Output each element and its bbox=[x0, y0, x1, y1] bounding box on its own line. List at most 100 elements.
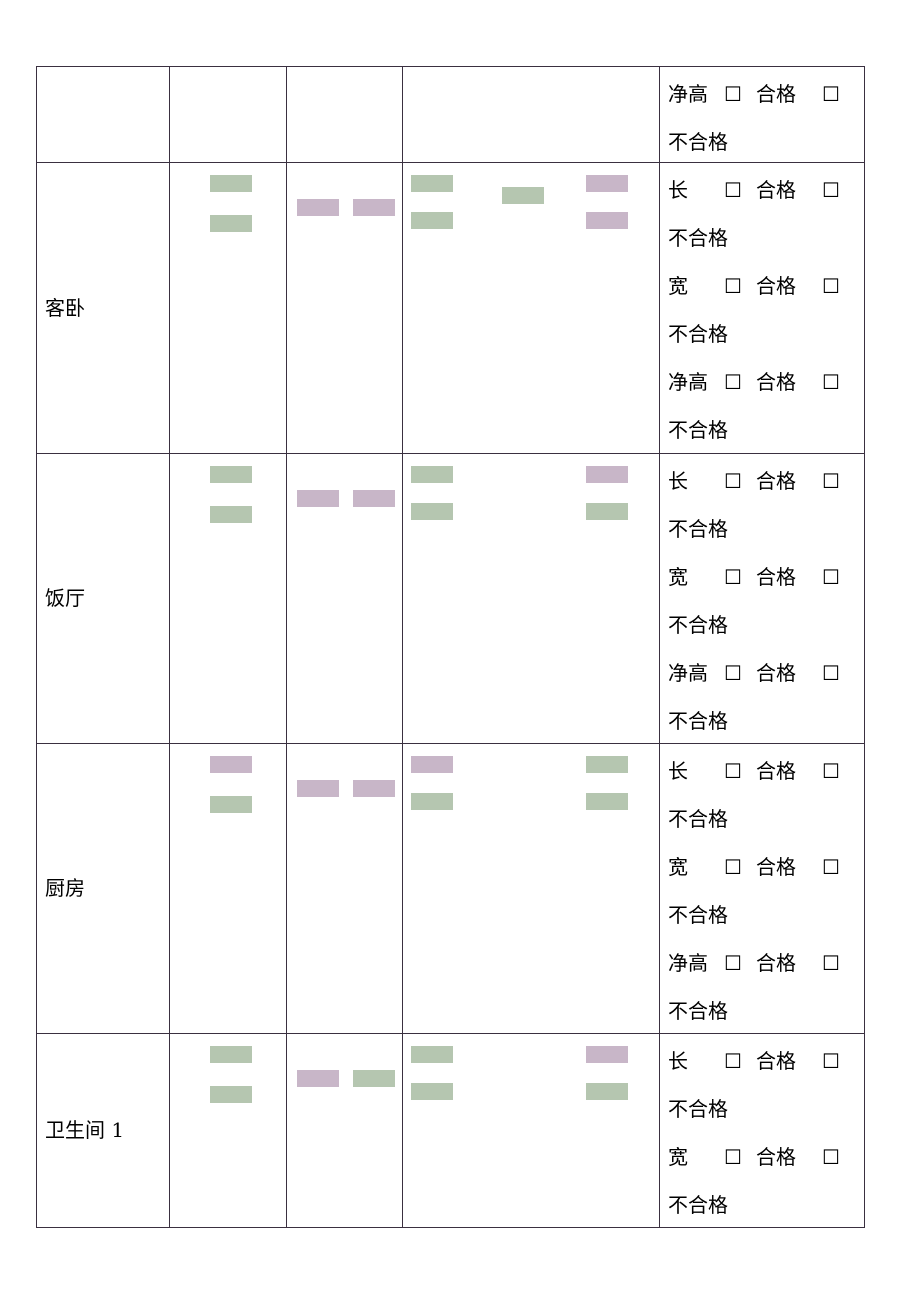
pass-checkbox[interactable]: ☐ bbox=[724, 649, 756, 697]
fail-label: 不合格 bbox=[668, 1097, 728, 1121]
table-column-border bbox=[659, 66, 660, 1228]
redacted-field bbox=[353, 490, 395, 507]
dimension-label: 净高 bbox=[668, 82, 708, 106]
redacted-field bbox=[586, 503, 628, 520]
room-name: 饭厅 bbox=[45, 586, 85, 610]
dimension-label: 宽 bbox=[668, 855, 688, 879]
pass-checkbox[interactable]: ☐ bbox=[724, 1037, 756, 1085]
fail-label: 不合格 bbox=[668, 1193, 728, 1217]
check-line: 长 ☐ 合格 ☐ bbox=[668, 457, 858, 505]
redacted-field bbox=[353, 780, 395, 797]
fail-label: 不合格 bbox=[668, 903, 728, 927]
table-column-border bbox=[286, 66, 287, 1228]
pass-label: 合格 bbox=[756, 951, 796, 975]
fail-label: 不合格 bbox=[668, 322, 728, 346]
room-name: 厨房 bbox=[45, 876, 85, 900]
redacted-field bbox=[586, 1046, 628, 1063]
fail-checkbox[interactable]: ☐ bbox=[822, 1037, 840, 1085]
redacted-field bbox=[411, 212, 453, 229]
fail-checkbox[interactable]: ☐ bbox=[822, 843, 840, 891]
check-line: 净高 ☐ 合格 ☐ bbox=[668, 358, 858, 406]
pass-label: 合格 bbox=[756, 759, 796, 783]
pass-label: 合格 bbox=[756, 855, 796, 879]
fail-checkbox[interactable]: ☐ bbox=[822, 553, 840, 601]
redacted-field bbox=[210, 175, 252, 192]
fail-label: 不合格 bbox=[668, 418, 728, 442]
redacted-field bbox=[586, 175, 628, 192]
check-line: 宽 ☐ 合格 ☐ bbox=[668, 843, 858, 891]
redacted-field bbox=[411, 1046, 453, 1063]
redacted-field bbox=[297, 780, 339, 797]
inspection-checklist: 长 ☐ 合格 ☐ 不合格宽 ☐ 合格 ☐ 不合格 bbox=[668, 1037, 858, 1229]
redacted-field bbox=[586, 466, 628, 483]
dimension-label: 宽 bbox=[668, 274, 688, 298]
document-page: 净高 ☐ 合格 ☐ 不合格 客卧长 ☐ 合格 ☐ 不合格宽 ☐ 合格 ☐ 不合格 净高 ☐ 合格 ☐ 不合格 饭厅长 ☐… bbox=[0, 0, 920, 1302]
redacted-field bbox=[586, 212, 628, 229]
redacted-field bbox=[411, 793, 453, 810]
pass-checkbox[interactable]: ☐ bbox=[724, 747, 756, 795]
dimension-label: 长 bbox=[668, 759, 688, 783]
fail-label: 不合格 bbox=[668, 226, 728, 250]
pass-label: 合格 bbox=[756, 370, 796, 394]
redacted-field bbox=[586, 756, 628, 773]
fail-checkbox[interactable]: ☐ bbox=[822, 649, 840, 697]
redacted-field bbox=[297, 490, 339, 507]
check-line: 净高 ☐ 合格 ☐ bbox=[668, 939, 858, 987]
dimension-label: 长 bbox=[668, 1049, 688, 1073]
redacted-field bbox=[411, 466, 453, 483]
redacted-field bbox=[210, 215, 252, 232]
fail-checkbox[interactable]: ☐ bbox=[822, 747, 840, 795]
pass-checkbox[interactable]: ☐ bbox=[724, 553, 756, 601]
check-line: 宽 ☐ 合格 ☐ bbox=[668, 553, 858, 601]
pass-label: 合格 bbox=[756, 1145, 796, 1169]
redacted-field bbox=[411, 175, 453, 192]
fail-label: 不合格 bbox=[668, 709, 728, 733]
pass-checkbox[interactable]: ☐ bbox=[724, 843, 756, 891]
inspection-checklist: 净高 ☐ 合格 ☐ 不合格 bbox=[668, 70, 858, 166]
fail-label: 不合格 bbox=[668, 807, 728, 831]
fail-label: 不合格 bbox=[668, 613, 728, 637]
pass-label: 合格 bbox=[756, 469, 796, 493]
pass-checkbox[interactable]: ☐ bbox=[724, 70, 756, 118]
table-column-border bbox=[36, 66, 37, 1228]
check-line: 净高 ☐ 合格 ☐ bbox=[668, 70, 858, 118]
check-line: 净高 ☐ 合格 ☐ bbox=[668, 649, 858, 697]
redacted-field bbox=[586, 1083, 628, 1100]
dimension-label: 宽 bbox=[668, 565, 688, 589]
pass-checkbox[interactable]: ☐ bbox=[724, 1133, 756, 1181]
pass-checkbox[interactable]: ☐ bbox=[724, 457, 756, 505]
fail-label: 不合格 bbox=[668, 130, 728, 154]
table-column-border bbox=[169, 66, 170, 1228]
check-line: 宽 ☐ 合格 ☐ bbox=[668, 1133, 858, 1181]
pass-checkbox[interactable]: ☐ bbox=[724, 166, 756, 214]
fail-checkbox[interactable]: ☐ bbox=[822, 1133, 840, 1181]
fail-label: 不合格 bbox=[668, 517, 728, 541]
redacted-field bbox=[210, 796, 252, 813]
fail-checkbox[interactable]: ☐ bbox=[822, 457, 840, 505]
redacted-field bbox=[210, 1046, 252, 1063]
fail-checkbox[interactable]: ☐ bbox=[822, 166, 840, 214]
redacted-field bbox=[297, 1070, 339, 1087]
table-column-border bbox=[402, 66, 403, 1228]
redacted-field bbox=[353, 199, 395, 216]
table-row-border bbox=[36, 66, 865, 67]
fail-checkbox[interactable]: ☐ bbox=[822, 70, 840, 118]
dimension-label: 净高 bbox=[668, 370, 708, 394]
dimension-label: 长 bbox=[668, 178, 688, 202]
pass-checkbox[interactable]: ☐ bbox=[724, 358, 756, 406]
fail-checkbox[interactable]: ☐ bbox=[822, 262, 840, 310]
check-line: 宽 ☐ 合格 ☐ bbox=[668, 262, 858, 310]
check-line: 长 ☐ 合格 ☐ bbox=[668, 747, 858, 795]
fail-checkbox[interactable]: ☐ bbox=[822, 358, 840, 406]
redacted-field bbox=[353, 1070, 395, 1087]
pass-checkbox[interactable]: ☐ bbox=[724, 939, 756, 987]
fail-label: 不合格 bbox=[668, 999, 728, 1023]
redacted-field bbox=[210, 506, 252, 523]
redacted-field bbox=[297, 199, 339, 216]
fail-checkbox[interactable]: ☐ bbox=[822, 939, 840, 987]
redacted-field bbox=[210, 1086, 252, 1103]
table-column-border bbox=[864, 66, 865, 1228]
pass-checkbox[interactable]: ☐ bbox=[724, 262, 756, 310]
dimension-label: 净高 bbox=[668, 951, 708, 975]
redacted-field bbox=[210, 756, 252, 773]
